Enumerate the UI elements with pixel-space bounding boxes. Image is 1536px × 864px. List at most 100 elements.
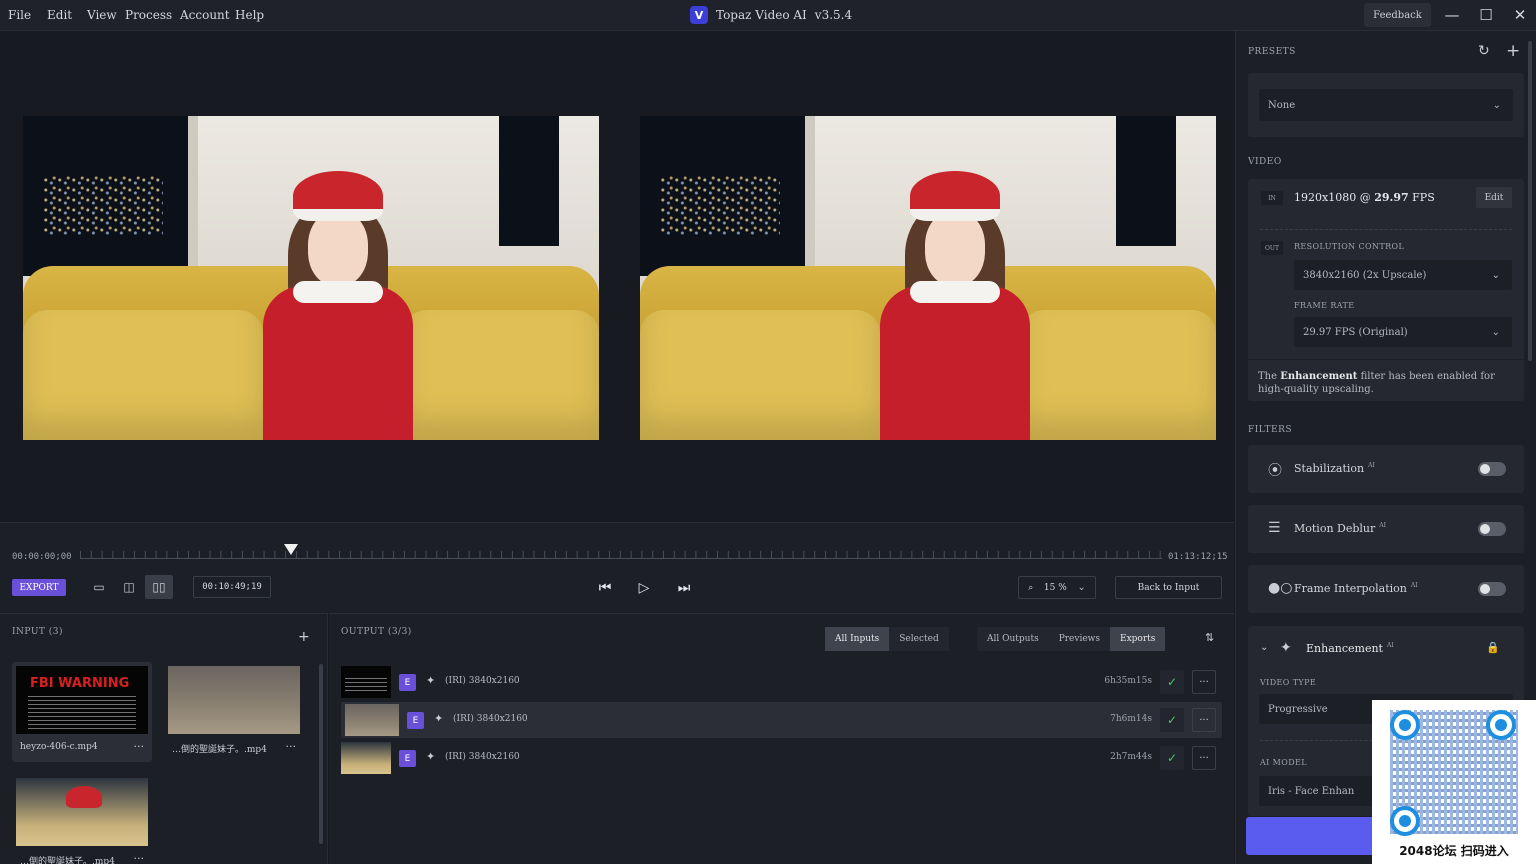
edit-input-button[interactable]: Edit bbox=[1476, 187, 1512, 208]
sort-icon[interactable]: ⇅ bbox=[1205, 631, 1214, 644]
next-frame-icon[interactable]: ⏭ bbox=[674, 578, 694, 598]
menu-edit[interactable]: Edit bbox=[47, 8, 72, 22]
close-icon[interactable]: ✕ bbox=[1508, 5, 1532, 25]
reset-icon[interactable]: ↻ bbox=[1478, 43, 1490, 59]
timeline: 00:00:00;00 01:13:12;15 EXPORT ▭ ◫ ▯▯ 00… bbox=[0, 522, 1234, 613]
filter-stabilization[interactable]: ⦿ Stabilization AI bbox=[1248, 445, 1524, 493]
enhancement-badge: E bbox=[407, 712, 424, 729]
filter-all-outputs[interactable]: All Outputs bbox=[977, 627, 1049, 651]
output-preview[interactable] bbox=[640, 116, 1216, 440]
zoom-value: 15 % bbox=[1043, 582, 1067, 593]
frame-interpolation-toggle[interactable] bbox=[1478, 582, 1506, 596]
settings-scrollbar[interactable] bbox=[1528, 41, 1532, 361]
menu-file[interactable]: File bbox=[8, 8, 31, 22]
ai-model-value: Iris - Face Enhan bbox=[1268, 785, 1355, 797]
feedback-button[interactable]: Feedback bbox=[1364, 3, 1431, 27]
side-by-side-view-icon[interactable]: ▯▯ bbox=[145, 575, 173, 599]
filter-exports[interactable]: Exports bbox=[1110, 627, 1166, 651]
output-duration: 7h6m14s bbox=[1110, 714, 1152, 724]
check-icon[interactable]: ✓ bbox=[1160, 670, 1184, 694]
in-tag: IN bbox=[1261, 191, 1283, 205]
more-icon[interactable]: ··· bbox=[134, 740, 145, 753]
input-item[interactable]: …倒的聖誕妹子。.mp4 ··· bbox=[12, 774, 152, 864]
output-title: OUTPUT (3/3) bbox=[341, 627, 412, 637]
current-timecode[interactable]: 00:10:49;19 bbox=[193, 576, 271, 598]
input-thumbnail: FBI WARNING bbox=[16, 666, 148, 734]
more-icon[interactable]: ··· bbox=[286, 740, 297, 753]
filter-motion-deblur[interactable]: ☰ Motion Deblur AI bbox=[1248, 505, 1524, 553]
video-type-value: Progressive bbox=[1268, 703, 1328, 715]
presets-box: None ⌄ bbox=[1248, 73, 1524, 137]
enhancement-badge: E bbox=[399, 674, 416, 691]
filter-frame-interpolation[interactable]: ●○ Frame Interpolation AI bbox=[1248, 565, 1524, 613]
input-thumbnail bbox=[168, 666, 300, 734]
chevron-down-icon[interactable]: ⌄ bbox=[1260, 642, 1268, 653]
motion-deblur-toggle[interactable] bbox=[1478, 522, 1506, 536]
input-item[interactable]: FBI WARNING heyzo-406-c.mp4 ··· bbox=[12, 662, 152, 762]
menu-process[interactable]: Process bbox=[125, 8, 172, 22]
enhancement-note: The Enhancement filter has been enabled … bbox=[1258, 371, 1495, 395]
export-small-button[interactable]: EXPORT bbox=[12, 579, 66, 596]
start-timecode: 00:00:00;00 bbox=[12, 552, 72, 562]
more-icon[interactable]: ··· bbox=[1192, 708, 1216, 732]
check-icon[interactable]: ✓ bbox=[1160, 746, 1184, 770]
end-timecode: 01:13:12;15 bbox=[1168, 552, 1228, 562]
zoom-icon: ⌕ bbox=[1028, 582, 1034, 593]
output-desc: (IRI) 3840x2160 bbox=[453, 714, 528, 724]
zoom-select[interactable]: ⌕ 15 % ⌄ bbox=[1018, 576, 1096, 599]
more-icon[interactable]: ··· bbox=[1192, 670, 1216, 694]
single-view-icon[interactable]: ▭ bbox=[85, 575, 113, 599]
input-scrollbar[interactable] bbox=[319, 664, 323, 844]
output-row[interactable]: E ✦ (IRI) 3840x2160 6h35m15s ✓ ··· bbox=[341, 664, 1222, 700]
video-box: IN 1920x1080 @ 29.97 FPS Edit OUT RESOLU… bbox=[1248, 179, 1524, 401]
input-filter-group: All Inputs Selected bbox=[825, 627, 949, 651]
output-row[interactable]: E ✦ (IRI) 3840x2160 2h7m44s ✓ ··· bbox=[341, 740, 1222, 776]
resolution-select[interactable]: 3840x2160 (2x Upscale) ⌄ bbox=[1294, 260, 1512, 290]
previous-frame-icon[interactable]: ⏮ bbox=[595, 578, 615, 598]
more-icon[interactable]: ··· bbox=[1192, 746, 1216, 770]
output-desc: (IRI) 3840x2160 bbox=[445, 752, 520, 762]
title-bar: File Edit View Process Account Help V To… bbox=[0, 0, 1536, 31]
playhead-handle[interactable] bbox=[283, 544, 298, 555]
input-item[interactable]: …倒的聖誕妹子。.mp4 ··· bbox=[164, 662, 304, 762]
chevron-down-icon: ⌄ bbox=[1077, 582, 1086, 593]
enhancement-name: Enhancement bbox=[1306, 642, 1383, 655]
output-thumbnail bbox=[341, 666, 391, 698]
split-view-icon[interactable]: ◫ bbox=[115, 575, 143, 599]
maximize-icon[interactable]: ☐ bbox=[1474, 5, 1498, 25]
framerate-select[interactable]: 29.97 FPS (Original) ⌄ bbox=[1294, 317, 1512, 347]
output-duration: 2h7m44s bbox=[1110, 752, 1152, 762]
add-preset-icon[interactable]: + bbox=[1506, 41, 1520, 61]
add-input-icon[interactable]: + bbox=[298, 629, 310, 645]
fbi-warning-text: FBI WARNING bbox=[30, 676, 130, 691]
stabilization-toggle[interactable] bbox=[1478, 462, 1506, 476]
output-row[interactable]: E ✦ (IRI) 3840x2160 7h6m14s ✓ ··· bbox=[341, 702, 1222, 738]
sparkle-icon: ✦ bbox=[434, 712, 444, 725]
filter-previews[interactable]: Previews bbox=[1049, 627, 1110, 651]
output-filter-group: All Outputs Previews Exports bbox=[977, 627, 1166, 651]
ai-model-label: AI MODEL bbox=[1260, 758, 1307, 767]
app-name: Topaz Video AI bbox=[716, 8, 807, 22]
menu-view[interactable]: View bbox=[87, 8, 117, 22]
more-icon[interactable]: ··· bbox=[134, 852, 145, 864]
chevron-down-icon: ⌄ bbox=[1491, 269, 1500, 281]
output-thumbnail bbox=[341, 742, 391, 774]
input-thumbnail bbox=[16, 778, 148, 846]
preset-select[interactable]: None ⌄ bbox=[1259, 89, 1513, 121]
check-icon[interactable]: ✓ bbox=[1160, 708, 1184, 732]
menu-account[interactable]: Account bbox=[180, 8, 230, 22]
play-icon[interactable]: ▷ bbox=[634, 578, 654, 598]
input-preview[interactable] bbox=[23, 116, 599, 440]
input-resolution: 1920x1080 @ 29.97 FPS bbox=[1294, 191, 1435, 204]
menu-help[interactable]: Help bbox=[235, 8, 264, 22]
back-to-input-button[interactable]: Back to Input bbox=[1115, 576, 1222, 599]
timeline-ruler[interactable] bbox=[80, 551, 1162, 559]
presets-title: PRESETS bbox=[1248, 47, 1296, 57]
filter-selected[interactable]: Selected bbox=[889, 627, 948, 651]
stabilization-icon: ⦿ bbox=[1268, 463, 1282, 479]
chevron-down-icon: ⌄ bbox=[1492, 99, 1501, 111]
filter-all-inputs[interactable]: All Inputs bbox=[825, 627, 890, 651]
input-filename: …倒的聖誕妹子。.mp4 bbox=[20, 857, 115, 864]
minimize-icon[interactable]: — bbox=[1440, 5, 1464, 25]
input-filename: heyzo-406-c.mp4 bbox=[20, 742, 98, 752]
